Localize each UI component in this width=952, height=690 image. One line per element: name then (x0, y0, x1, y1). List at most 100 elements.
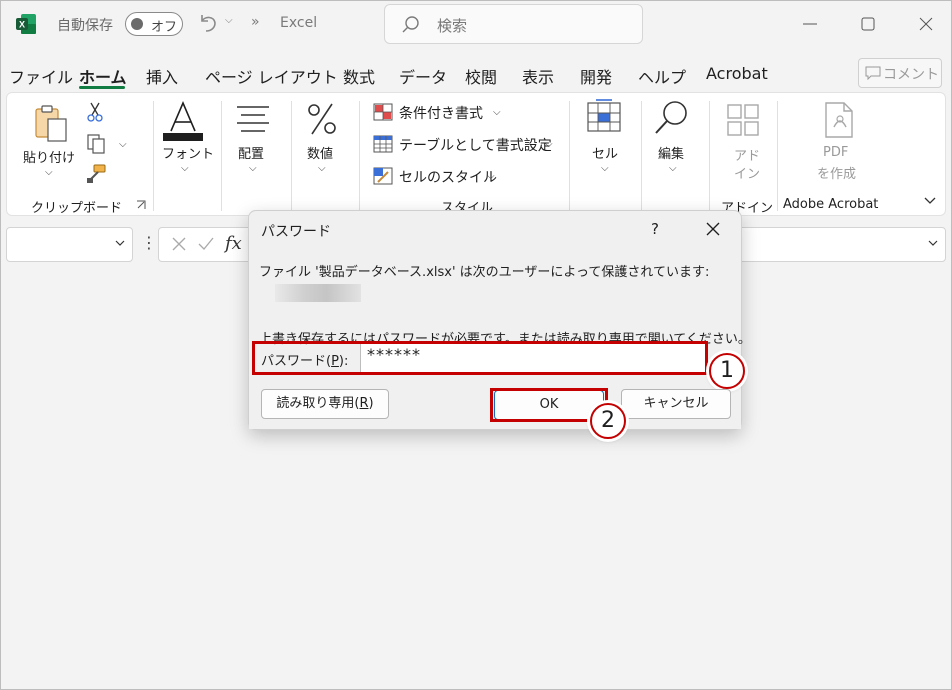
cancel-button[interactable]: キャンセル (621, 389, 731, 419)
copy-icon[interactable] (85, 133, 107, 155)
chevron-down-icon: ⌵ (545, 139, 553, 150)
name-box[interactable] (6, 227, 133, 262)
percent-icon[interactable] (305, 101, 339, 137)
cells-icon[interactable] (586, 99, 622, 135)
ribbon-separator (359, 101, 360, 211)
tab-help[interactable]: ヘルプ (638, 64, 686, 88)
autosave-toggle[interactable]: オフ (125, 12, 183, 36)
undo-dropdown-icon[interactable]: ⌵ (225, 15, 233, 26)
ribbon-panel: 貼り付け ⌵ ⌵ クリップボード フォント ⌵ 配置 ⌵ 数値 ⌵ 条件付き書式… (6, 92, 946, 216)
read-only-accesskey: R (359, 396, 369, 411)
alignment-label[interactable]: 配置 (238, 143, 264, 162)
tab-home[interactable]: ホーム (79, 64, 127, 88)
create-pdf-icon[interactable] (822, 101, 856, 139)
format-as-table-icon (373, 135, 393, 153)
cut-icon[interactable] (85, 101, 105, 123)
password-label: パスワード(P): (261, 350, 348, 369)
tab-view[interactable]: 表示 (522, 64, 554, 88)
password-label-suffix: ): (338, 354, 349, 369)
ribbon-separator (777, 101, 778, 211)
addins-label-1: アド (734, 149, 761, 164)
minimize-icon[interactable] (797, 11, 823, 37)
close-icon[interactable] (705, 221, 721, 237)
comment-label: コメント (883, 67, 939, 83)
font-icon[interactable] (163, 99, 203, 141)
editing-dropdown-icon[interactable]: ⌵ (669, 163, 677, 174)
cells-dropdown-icon[interactable]: ⌵ (601, 163, 609, 174)
tab-acrobat[interactable]: Acrobat (706, 64, 768, 83)
addins-icon[interactable] (726, 103, 760, 137)
tab-formulas[interactable]: 数式 (343, 64, 375, 88)
password-value: ****** (367, 345, 421, 364)
comment-button[interactable]: コメント (858, 58, 942, 88)
cell-styles-icon (373, 167, 393, 185)
addins-label-2: イン (734, 167, 761, 182)
tab-file[interactable]: ファイル (9, 64, 73, 88)
app-name: Excel (280, 15, 318, 31)
confirm-entry-icon[interactable] (197, 236, 215, 252)
paste-dropdown-icon[interactable]: ⌵ (45, 167, 53, 178)
tab-review[interactable]: 校閲 (465, 64, 497, 88)
ribbon-separator (569, 101, 570, 211)
alignment-dropdown-icon[interactable]: ⌵ (249, 163, 257, 174)
password-input[interactable]: ****** (360, 344, 705, 372)
number-label[interactable]: 数値 (307, 143, 333, 162)
copy-dropdown-icon[interactable]: ⌵ (119, 139, 127, 150)
editing-label[interactable]: 編集 (658, 143, 684, 162)
help-button[interactable]: ? (651, 220, 659, 238)
ribbon-separator (221, 101, 222, 211)
cell-styles-label: セルのスタイル (399, 170, 497, 186)
pdf-label-1: PDF (823, 145, 849, 160)
cells-label[interactable]: セル (592, 143, 618, 162)
editing-search-icon[interactable] (653, 99, 689, 137)
more-commands-icon[interactable]: » (251, 14, 260, 30)
password-label-accesskey: P (331, 354, 339, 369)
format-as-table-label: テーブルとして書式設定 (399, 138, 552, 154)
paste-label[interactable]: 貼り付け (23, 147, 75, 166)
password-row-highlight: パスワード(P): ****** (252, 341, 708, 375)
chevron-down-icon: ⌵ (493, 107, 501, 118)
expand-formula-bar-icon[interactable] (927, 237, 939, 249)
ribbon-separator (291, 101, 292, 211)
more-options-icon[interactable]: ⋮ (141, 233, 157, 252)
paste-icon[interactable] (33, 103, 69, 143)
read-only-prefix: 読み取り専用( (276, 396, 360, 411)
read-only-button[interactable]: 読み取り専用(R) (261, 389, 389, 419)
maximize-icon[interactable] (855, 11, 881, 37)
dialog-title: パスワード (261, 224, 331, 240)
svg-text:X: X (19, 20, 25, 30)
tab-page-layout[interactable]: ページ レイアウト (205, 64, 338, 88)
read-only-suffix: ) (368, 396, 374, 411)
tab-insert[interactable]: 挿入 (146, 64, 178, 88)
excel-logo-icon: X (16, 14, 36, 34)
autosave-label: 自動保存 (57, 18, 113, 34)
step-marker-1: 1 (709, 353, 745, 389)
undo-icon[interactable] (197, 11, 219, 35)
chevron-down-icon: ⌵ (487, 171, 495, 182)
redacted-user-name (275, 284, 361, 302)
collapse-ribbon-icon[interactable] (923, 194, 937, 208)
dialog-launcher-icon[interactable] (135, 199, 147, 211)
close-window-icon[interactable] (913, 11, 939, 37)
tab-data[interactable]: データ (399, 64, 447, 88)
ribbon-separator (641, 101, 642, 211)
insert-function-icon[interactable]: fx (225, 233, 242, 254)
password-label-prefix: パスワード( (261, 354, 332, 369)
search-placeholder: 検索 (437, 17, 468, 35)
search-input[interactable]: 検索 (384, 4, 643, 44)
chevron-down-icon[interactable] (114, 237, 126, 249)
cancel-entry-icon[interactable] (171, 236, 187, 252)
tab-developer[interactable]: 開発 (580, 64, 612, 88)
pdf-label-2: を作成 (817, 167, 857, 182)
number-dropdown-icon[interactable]: ⌵ (318, 163, 326, 174)
toggle-knob (131, 18, 143, 30)
font-dropdown-icon[interactable]: ⌵ (181, 163, 189, 174)
step-marker-1-number: 1 (720, 358, 734, 383)
ribbon-separator (153, 101, 154, 211)
format-painter-icon[interactable] (85, 163, 107, 185)
search-icon (402, 16, 419, 33)
title-bar: X 自動保存 オフ ⌵ » Excel 検索 (1, 1, 951, 47)
step-marker-2-number: 2 (601, 408, 615, 433)
alignment-icon[interactable] (235, 105, 271, 135)
font-label[interactable]: フォント (162, 143, 214, 162)
